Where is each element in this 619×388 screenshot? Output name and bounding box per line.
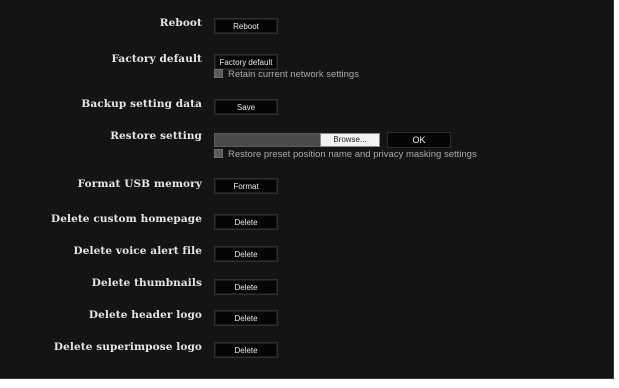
- delete-superimpose-button[interactable]: Delete: [214, 342, 278, 358]
- delete-homepage-button[interactable]: Delete: [214, 214, 278, 230]
- retain-network-checkbox-row[interactable]: Retain current network settings: [214, 68, 359, 81]
- delete-voice-label: Delete voice alert file: [73, 245, 202, 257]
- delete-thumbnails-button[interactable]: Delete: [214, 279, 278, 295]
- retain-network-checkbox[interactable]: [214, 68, 223, 78]
- factory-default-label: Factory default: [111, 53, 202, 65]
- delete-header-logo-label: Delete header logo: [88, 309, 202, 321]
- restore-preset-label: Restore preset position name and privacy…: [228, 149, 477, 160]
- format-button[interactable]: Format: [214, 178, 278, 194]
- restore-label: Restore setting: [110, 130, 202, 142]
- restore-preset-checkbox-row[interactable]: Restore preset position name and privacy…: [214, 148, 477, 161]
- delete-header-logo-button[interactable]: Delete: [214, 310, 278, 326]
- restore-preset-checkbox[interactable]: [214, 148, 223, 158]
- format-usb-label: Format USB memory: [77, 178, 202, 190]
- ok-button[interactable]: OK: [387, 132, 451, 148]
- delete-thumbnails-label: Delete thumbnails: [91, 277, 202, 289]
- maintenance-panel: Reboot Reboot Factory default Factory de…: [0, 0, 614, 379]
- delete-homepage-label: Delete custom homepage: [51, 213, 202, 225]
- reboot-button[interactable]: Reboot: [214, 18, 278, 34]
- delete-voice-button[interactable]: Delete: [214, 246, 278, 262]
- browse-button[interactable]: Browse...: [320, 133, 380, 147]
- backup-label: Backup setting data: [81, 98, 202, 110]
- save-button[interactable]: Save: [214, 99, 278, 115]
- factory-default-button[interactable]: Factory default: [214, 54, 278, 70]
- delete-superimpose-label: Delete superimpose logo: [53, 341, 202, 353]
- retain-network-label: Retain current network settings: [228, 69, 359, 80]
- reboot-label: Reboot: [159, 17, 202, 29]
